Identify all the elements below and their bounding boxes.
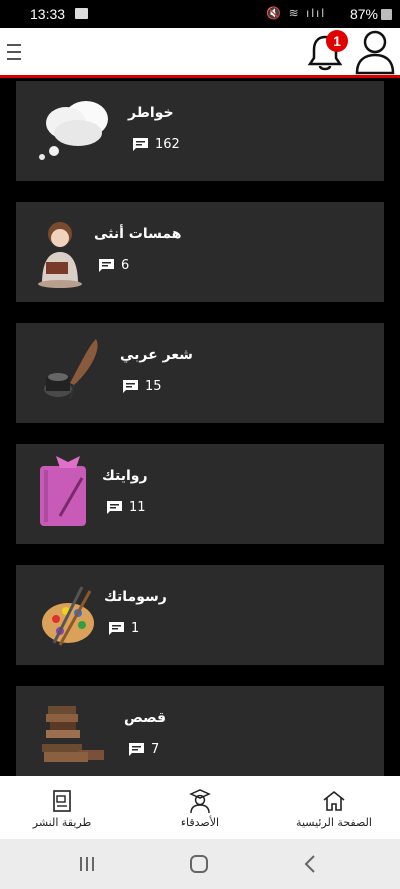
post-count: 15 [122,377,162,395]
category-title: شعر عربي [120,347,193,363]
home-icon [323,790,345,811]
nav-friends-label: الأصدقاء [180,816,220,829]
category-card-riwayatak[interactable]: روايتك 11 [16,444,384,544]
category-card-qisas[interactable]: قصص 7 [16,686,384,776]
category-card-khawater[interactable]: خواطر 162 [16,81,384,181]
nav-publish-label: طريقة النشر [32,816,92,829]
post-count-value: 7 [151,741,160,757]
category-title: خواطر [128,105,174,121]
category-card-hamasat[interactable]: همسات أنثى 6 [16,202,384,302]
status-time: 13:33 [30,6,66,22]
post-count-value: 1 [131,620,140,636]
category-card-shir-arabi[interactable]: شعر عربي 15 [16,323,384,423]
system-status-icons: 🔇 ≋ ılıl [266,6,326,20]
category-title: رسوماتك [104,589,167,605]
category-title: روايتك [102,468,148,484]
publish-book-icon [53,790,71,812]
post-count: 162 [132,135,180,153]
gallery-notification-icon [75,8,88,19]
status-bar: 13:33 🔇 ≋ ılıl 87% [0,0,400,28]
comment-icon [129,742,144,756]
post-count-value: 15 [145,378,162,394]
friends-graduate-icon [189,789,211,814]
category-title: قصص [124,710,167,726]
comment-icon [133,137,148,151]
battery-level: 87% [349,6,378,22]
post-count-value: 11 [129,499,146,515]
home-button-icon[interactable] [188,853,210,875]
post-count: 1 [108,619,139,637]
post-count: 7 [128,740,159,758]
battery-icon [381,9,392,20]
comment-icon [123,379,138,393]
book-stack-icon [38,698,110,776]
bottom-navigation: طريقة النشر الأصدقاء الصفحة الرئيسية [0,776,400,839]
menu-icon[interactable] [7,44,21,60]
comment-icon [99,258,114,272]
category-title: همسات أنثى [94,226,182,242]
comment-icon [107,500,122,514]
quill-inkwell-icon [40,335,112,415]
nav-home-label: الصفحة الرئيسية [296,816,372,829]
comment-icon [109,621,124,635]
nav-home[interactable]: الصفحة الرئيسية [284,776,384,839]
notification-count-badge: 1 [326,30,348,52]
post-count: 6 [98,256,129,274]
back-button-icon[interactable] [300,853,322,875]
thought-cloud-icon [36,93,108,173]
top-app-bar: 1 [0,28,400,78]
nav-friends[interactable]: الأصدقاء [150,776,250,839]
post-count: 11 [106,498,146,516]
system-navigation-bar [0,839,400,889]
nav-publish-method[interactable]: طريقة النشر [12,776,112,839]
post-count-value: 6 [121,257,130,273]
user-profile-icon[interactable] [354,28,396,76]
post-count-value: 162 [155,136,180,152]
category-list: خواطر 162 همسات أنثى 6 شعر عربي 15 روايت… [0,81,400,776]
paint-palette-icon [38,579,110,659]
pink-notebook-icon [34,454,106,534]
recent-apps-icon[interactable] [76,853,98,875]
category-card-rusumatak[interactable]: رسوماتك 1 [16,565,384,665]
